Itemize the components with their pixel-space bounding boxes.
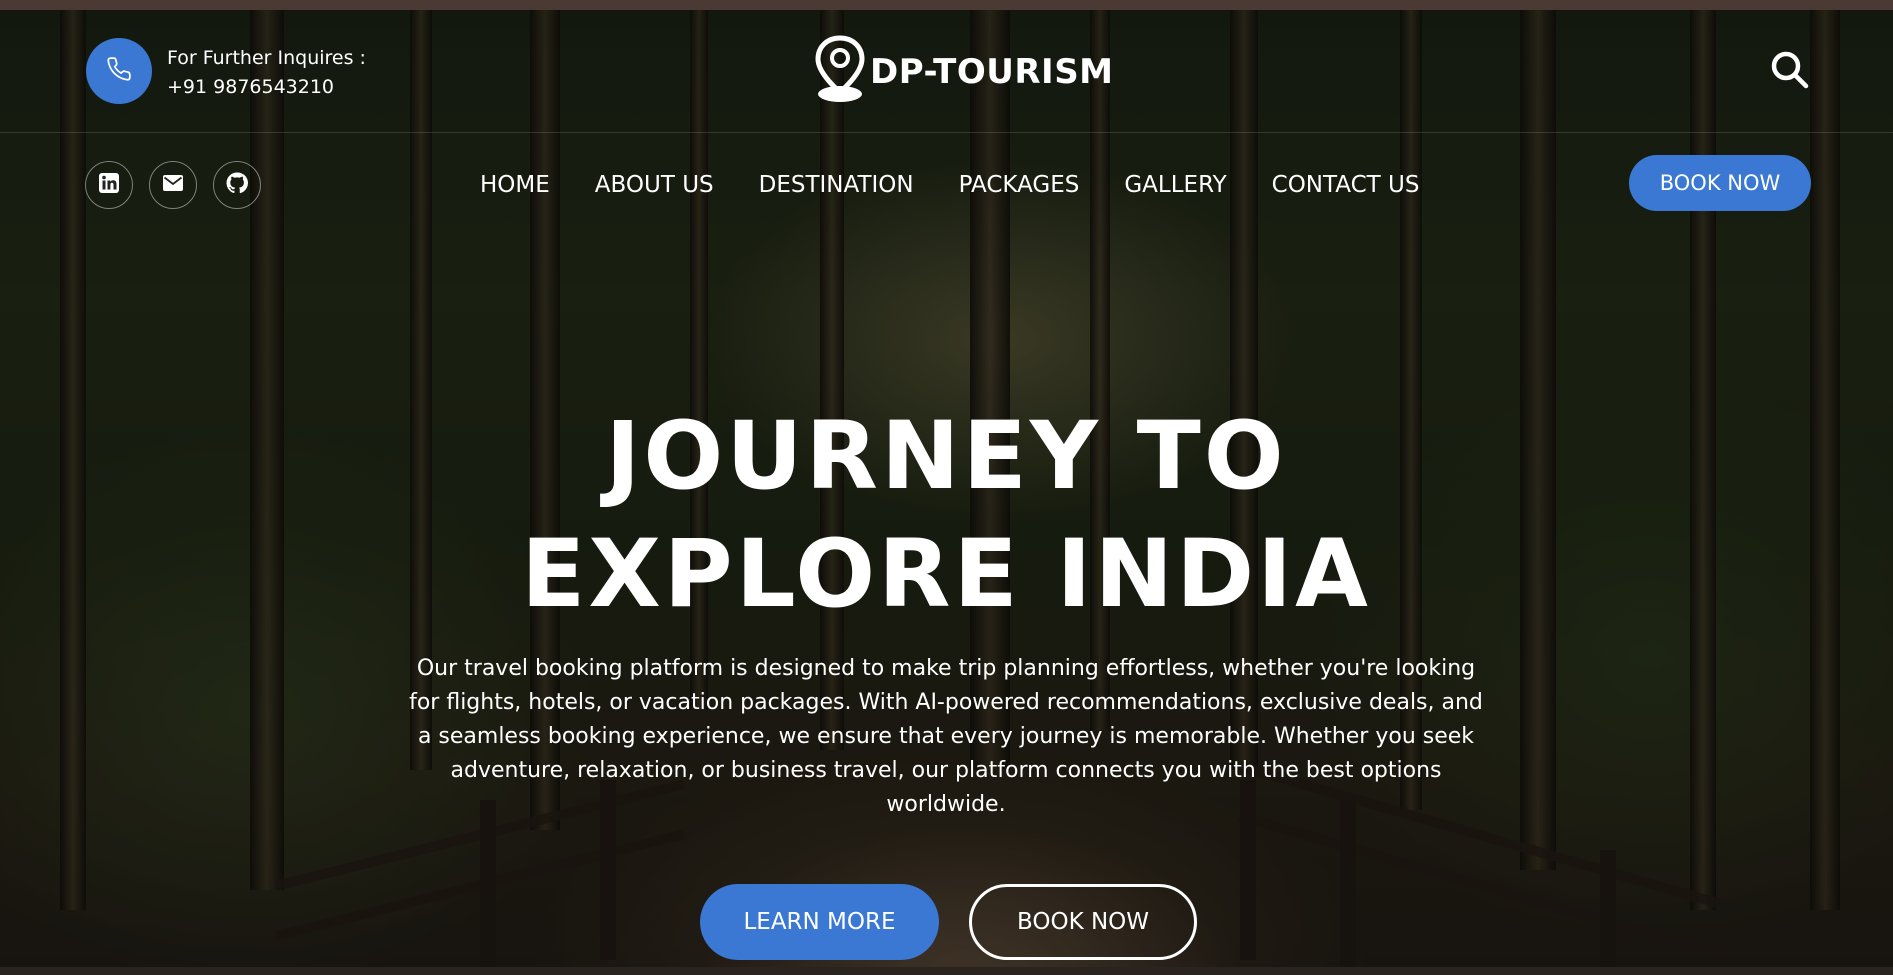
top-strip — [0, 0, 1893, 10]
logo-text: DP-TOURISM — [870, 52, 1114, 92]
mail-icon — [162, 174, 184, 196]
search-button[interactable] — [1768, 50, 1812, 94]
linkedin-icon — [98, 172, 120, 198]
main-nav: HOME ABOUT US DESTINATION PACKAGES GALLE… — [480, 167, 1419, 203]
github-link[interactable] — [213, 161, 261, 209]
phone-icon — [106, 56, 132, 86]
book-now-header-button[interactable]: BOOK NOW — [1629, 155, 1811, 211]
learn-more-button[interactable]: LEARN MORE — [700, 884, 939, 960]
site-logo[interactable]: DP-TOURISM — [812, 34, 1114, 110]
nav-home[interactable]: HOME — [480, 167, 550, 203]
hero-title: JOURNEY TO EXPLORE INDIA — [446, 398, 1446, 634]
header-divider — [0, 132, 1893, 133]
nav-gallery[interactable]: GALLERY — [1124, 167, 1226, 203]
phone-button[interactable] — [86, 38, 152, 104]
hero-title-line-2: EXPLORE INDIA — [521, 520, 1371, 629]
page: For Further Inquires : +91 9876543210 DP… — [0, 0, 1893, 975]
nav-packages[interactable]: PACKAGES — [959, 167, 1080, 203]
linkedin-link[interactable] — [85, 161, 133, 209]
bottom-strip — [0, 967, 1893, 975]
github-icon — [226, 172, 248, 198]
nav-contact-us[interactable]: CONTACT US — [1272, 167, 1420, 203]
email-link[interactable] — [149, 161, 197, 209]
nav-destination[interactable]: DESTINATION — [759, 167, 914, 203]
nav-about-us[interactable]: ABOUT US — [595, 167, 714, 203]
inquiry-label: For Further Inquires : — [167, 47, 366, 69]
phone-number[interactable]: +91 9876543210 — [167, 73, 366, 102]
inquiry-info: For Further Inquires : +91 9876543210 — [167, 44, 366, 102]
hero-description: Our travel booking platform is designed … — [409, 656, 1483, 817]
book-now-hero-button[interactable]: BOOK NOW — [969, 884, 1197, 960]
map-pin-icon — [812, 34, 868, 110]
search-icon — [1770, 50, 1810, 94]
hero-title-line-1: JOURNEY TO — [605, 402, 1287, 511]
